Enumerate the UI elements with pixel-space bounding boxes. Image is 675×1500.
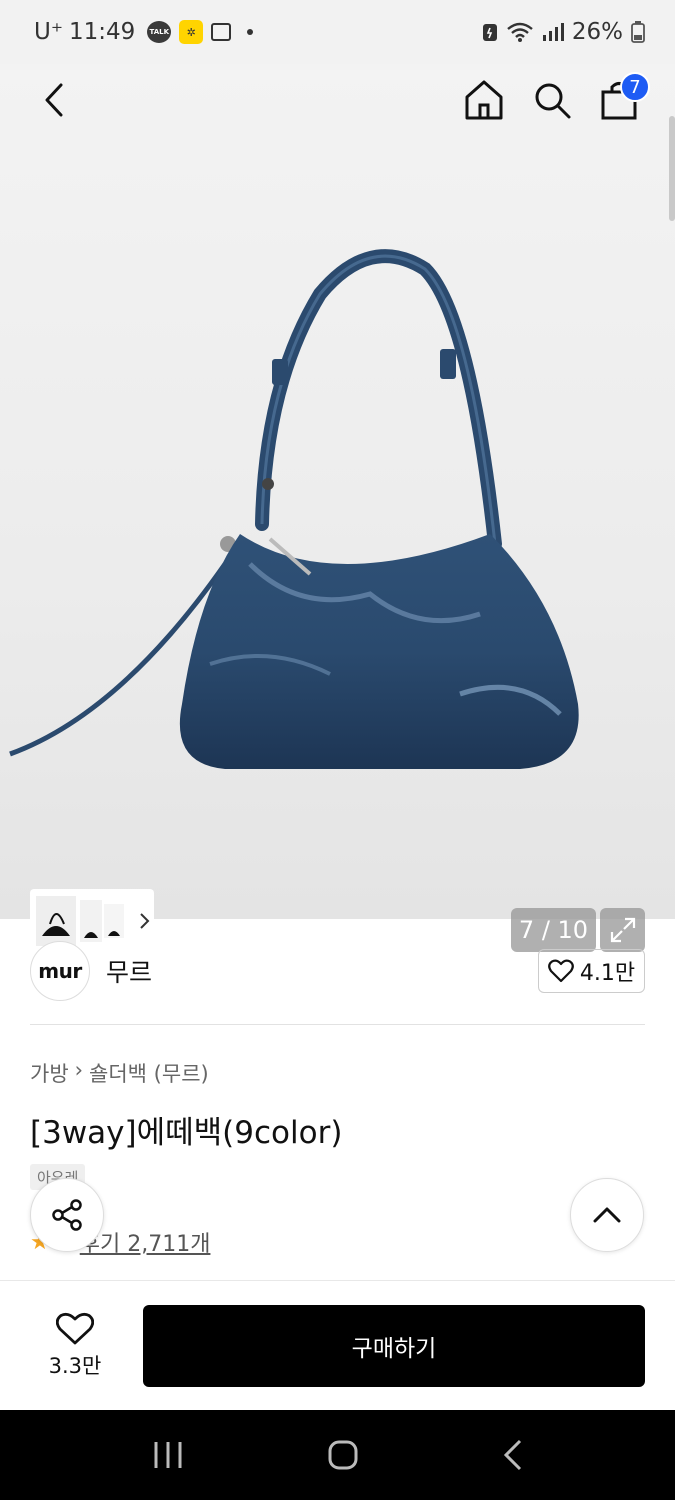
expand-button[interactable] bbox=[600, 908, 645, 952]
carrier-label: U⁺ bbox=[34, 19, 63, 45]
share-icon bbox=[52, 1199, 82, 1231]
heart-icon bbox=[56, 1312, 94, 1345]
back-arrow-icon bbox=[45, 83, 63, 117]
brand-name[interactable]: 무르 bbox=[106, 953, 152, 989]
home-icon bbox=[465, 80, 503, 120]
breadcrumb: 가방 › 숄더백 (무르) bbox=[30, 1058, 209, 1088]
status-bar: U⁺ 11:49 TALK ✲ 26% bbox=[0, 0, 675, 64]
image-counter: 7 / 10 bbox=[511, 908, 596, 952]
home-button[interactable] bbox=[462, 76, 506, 124]
system-navigation-bar bbox=[0, 1410, 675, 1500]
thumbnail-images bbox=[36, 896, 124, 946]
battery-percent: 26% bbox=[571, 19, 623, 45]
system-indicators: 26% bbox=[482, 0, 645, 64]
app-notification-icon: ✲ bbox=[179, 20, 204, 44]
battery-icon bbox=[631, 21, 645, 43]
notification-icons: TALK ✲ bbox=[147, 20, 254, 44]
buy-button[interactable]: 구매하기 bbox=[143, 1305, 645, 1387]
scrollbar[interactable] bbox=[669, 116, 675, 221]
chevron-up-icon bbox=[593, 1207, 621, 1223]
recent-apps-icon[interactable] bbox=[152, 1440, 184, 1470]
search-button[interactable] bbox=[530, 78, 574, 122]
clock: 11:49 bbox=[68, 19, 136, 45]
cart-button[interactable]: 7 bbox=[598, 72, 650, 122]
heart-icon bbox=[548, 959, 574, 983]
divider bbox=[30, 1024, 645, 1025]
battery-saver-icon bbox=[482, 24, 497, 41]
more-notifications-dot bbox=[247, 29, 254, 35]
gallery-icon bbox=[211, 23, 232, 41]
expand-icon bbox=[610, 917, 635, 943]
home-circle-icon[interactable] bbox=[328, 1440, 358, 1470]
brand-like-count: 4.1만 bbox=[579, 961, 636, 986]
product-title: [3way]에떼백(9color) bbox=[30, 1115, 343, 1151]
product-image-gallery[interactable]: 7 7 / 10 bbox=[0, 64, 675, 953]
wifi-icon bbox=[507, 22, 533, 42]
share-button[interactable] bbox=[30, 1178, 104, 1252]
back-icon[interactable] bbox=[503, 1439, 523, 1471]
signal-icon bbox=[542, 23, 564, 41]
scroll-to-top-button[interactable] bbox=[570, 1178, 644, 1252]
brand-logo[interactable]: mur bbox=[30, 941, 90, 1001]
product-photo bbox=[9, 249, 579, 769]
chevron-right-icon bbox=[140, 913, 150, 929]
back-button[interactable] bbox=[36, 78, 72, 122]
bottom-bar-divider bbox=[0, 1280, 675, 1281]
search-icon bbox=[535, 83, 571, 119]
kakaotalk-icon: TALK bbox=[147, 21, 172, 43]
breadcrumb-category[interactable]: 가방 bbox=[30, 1058, 69, 1088]
cart-count-badge: 7 bbox=[620, 72, 650, 102]
brand-like-button[interactable]: 4.1만 bbox=[538, 949, 645, 993]
wishlist-button[interactable]: 3.3만 bbox=[30, 1305, 120, 1387]
breadcrumb-separator-icon: › bbox=[74, 1058, 84, 1082]
wishlist-count: 3.3만 bbox=[48, 1354, 102, 1378]
breadcrumb-subcategory[interactable]: 숄더백 (무르) bbox=[89, 1058, 209, 1088]
product-detail-screen: U⁺ 11:49 TALK ✲ 26% 7 7 / 10 mur 무르 4.1만… bbox=[0, 0, 675, 1500]
